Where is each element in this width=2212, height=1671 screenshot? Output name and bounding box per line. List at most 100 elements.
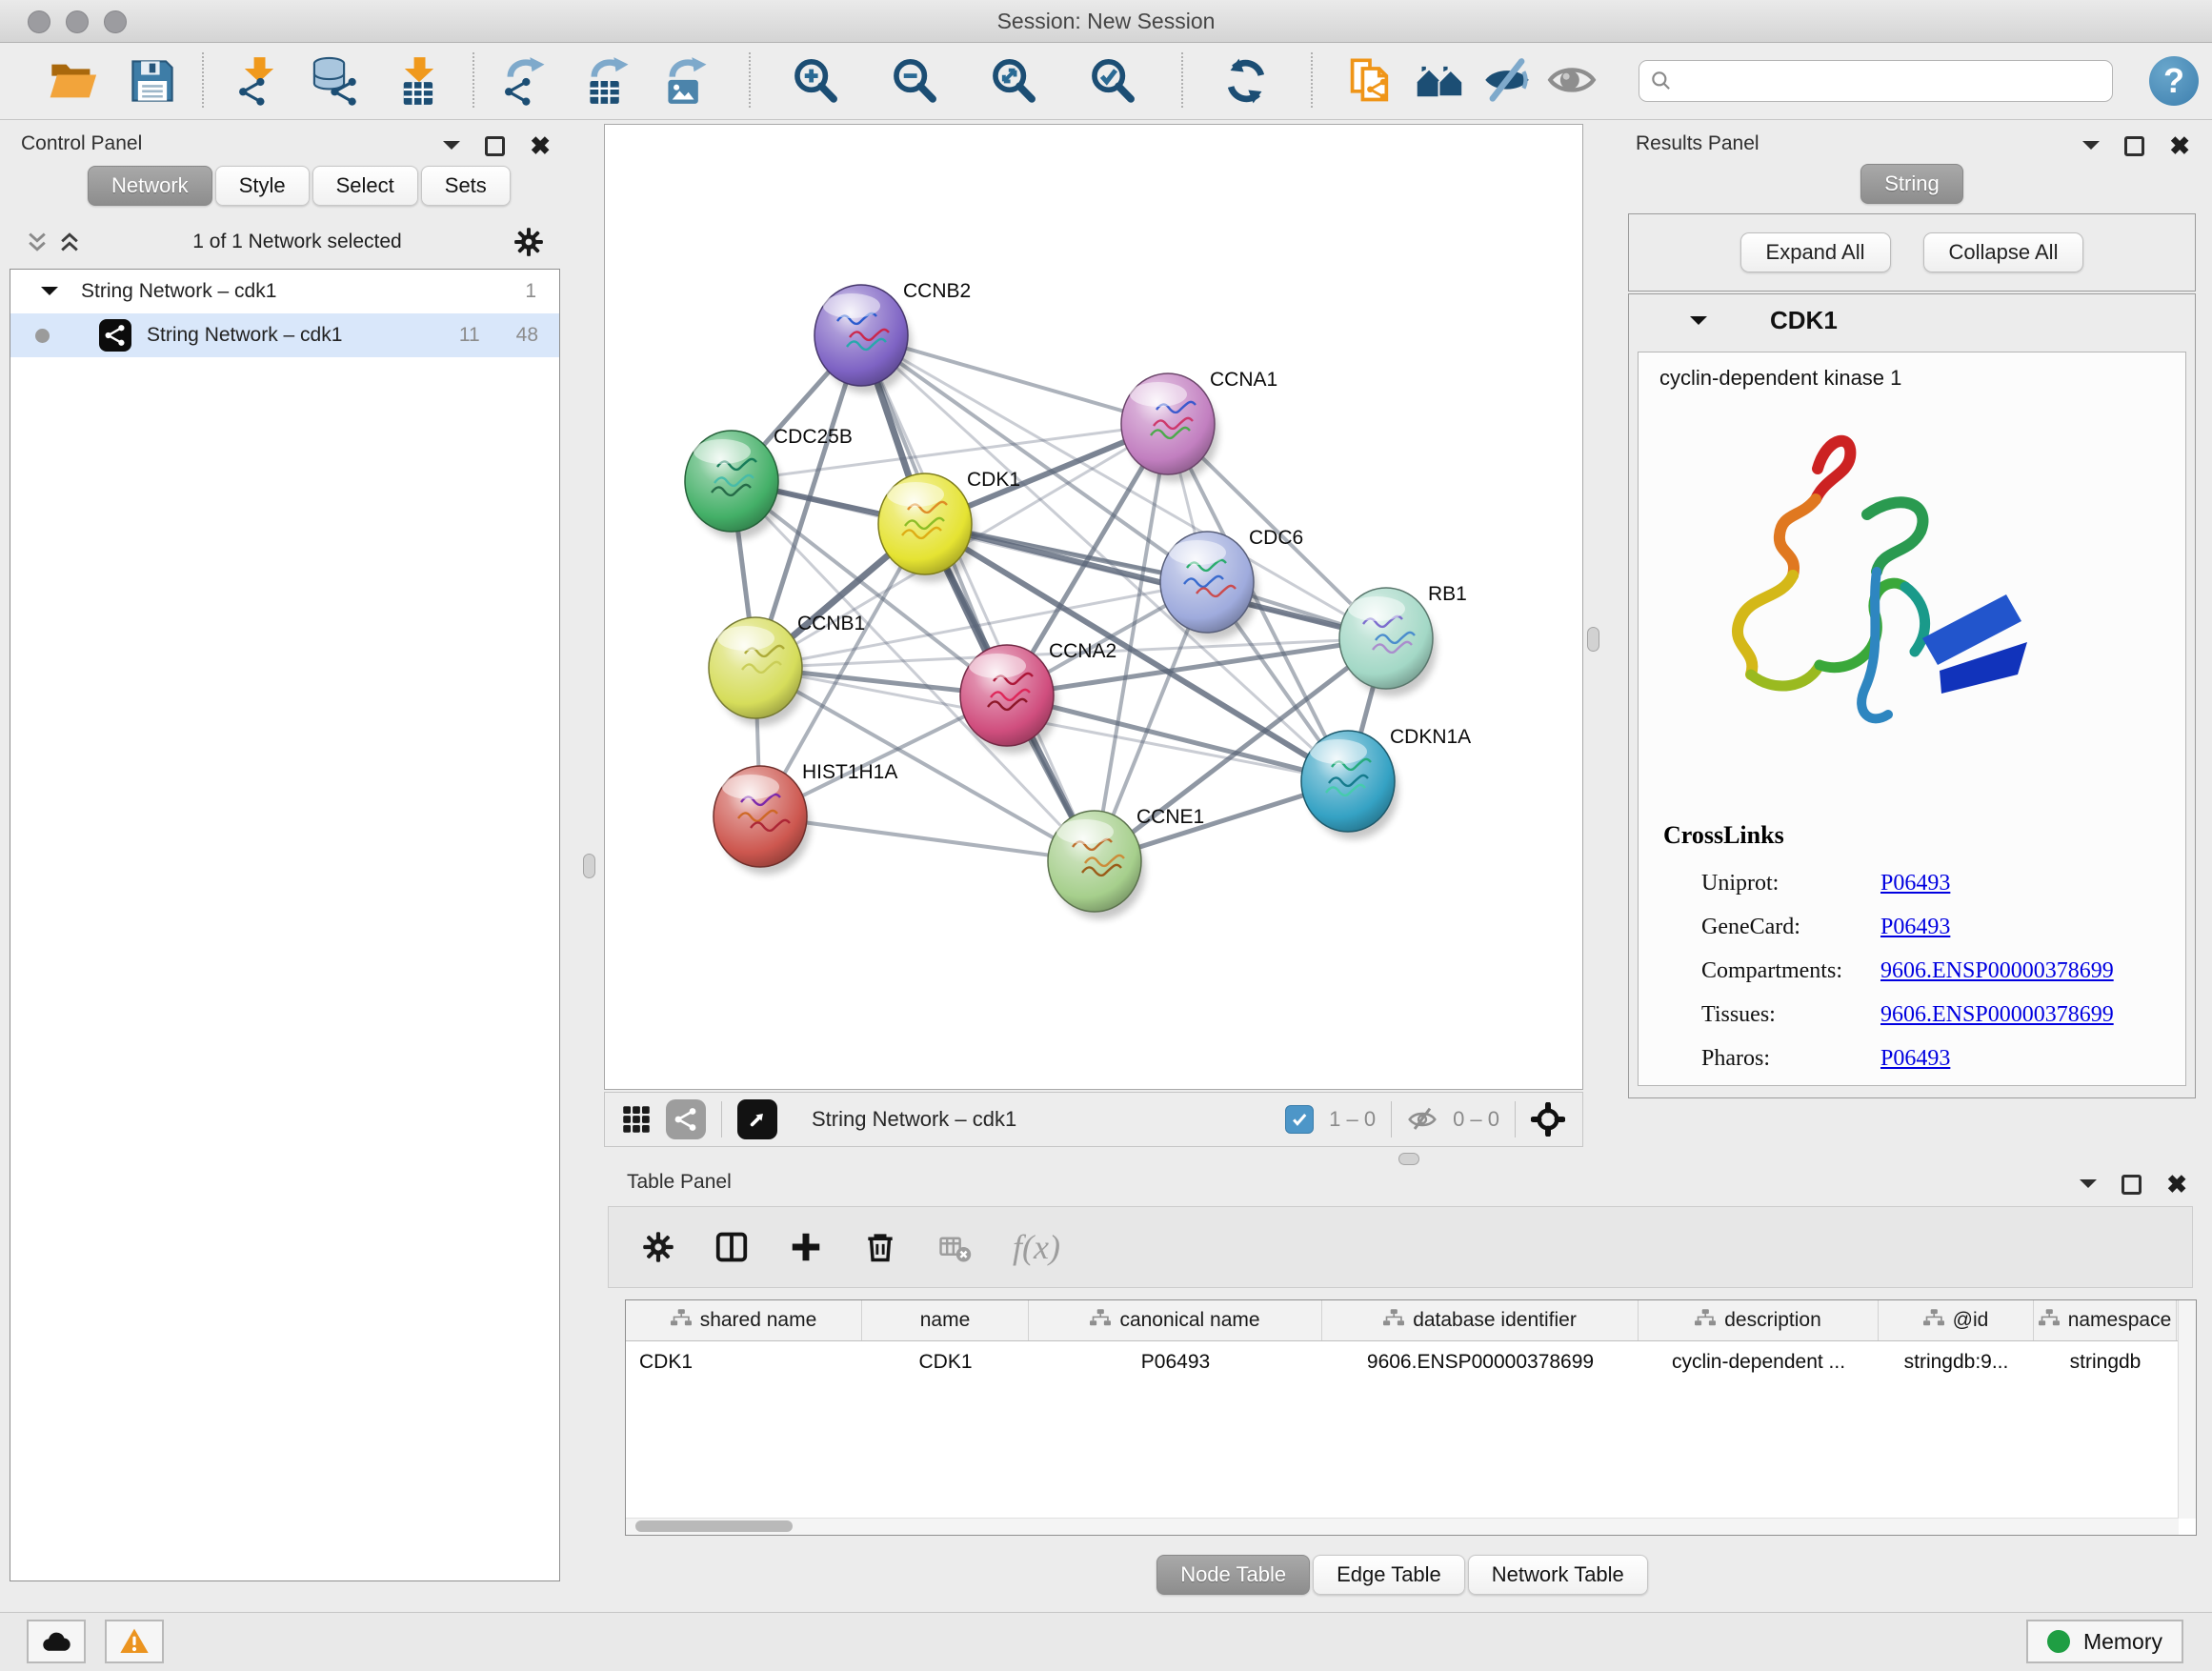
column-header-namespace[interactable]: namespace [2034,1300,2177,1340]
open-session-icon[interactable] [48,56,97,106]
selected-checkbox-icon[interactable] [1285,1105,1314,1134]
zoom-selected-icon[interactable] [1088,56,1137,106]
splitter-handle[interactable] [583,854,595,878]
table-cell[interactable]: stringdb [2034,1341,2177,1383]
crosslink-value[interactable]: P06493 [1880,915,1950,940]
gear-icon[interactable] [513,226,545,258]
attribute-tree-icon [1695,1309,1716,1332]
crosslink-value[interactable]: P06493 [1880,1046,1950,1072]
protein-details: cyclin-dependent kinase 1 [1638,352,2186,1086]
share-view-icon[interactable] [666,1099,706,1139]
add-column-icon[interactable] [788,1229,824,1265]
tab-sets[interactable]: Sets [421,166,511,206]
column-header-name[interactable]: name [862,1300,1029,1340]
gear-icon[interactable] [641,1230,675,1264]
network-edge-count: 48 [516,324,538,347]
memory-label: Memory [2083,1629,2162,1655]
table-cell[interactable]: CDK1 [862,1341,1029,1383]
birdseye-view-icon[interactable] [737,1099,777,1139]
import-network-icon[interactable] [234,56,284,106]
crosslink-label: Tissues: [1701,1002,1880,1028]
column-header-shared-name[interactable]: shared name [626,1300,862,1340]
crosslinks-rows: Uniprot:P06493GeneCard:P06493Compartment… [1639,861,2176,1080]
column-header-description[interactable]: description [1639,1300,1879,1340]
column-header--id[interactable]: @id [1879,1300,2034,1340]
network-row-selected[interactable]: String Network – cdk1 11 48 [10,313,559,357]
export-table-icon[interactable] [585,56,634,106]
refresh-icon[interactable] [1221,56,1271,106]
node-label-CCNB2: CCNB2 [903,280,971,302]
table-cell[interactable]: P06493 [1029,1341,1322,1383]
crosslink-value[interactable]: 9606.ENSP00000378699 [1880,958,2114,984]
expand-all-icon[interactable] [57,230,82,254]
tab-network-table[interactable]: Network Table [1468,1555,1648,1595]
protein-name: CDK1 [1770,306,1838,335]
memory-button[interactable]: Memory [2026,1620,2183,1663]
network-collection-row[interactable]: String Network – cdk1 1 [10,270,559,313]
import-database-icon[interactable] [311,56,360,106]
table-cell[interactable]: 9606.ENSP00000378699 [1322,1341,1639,1383]
tab-edge-table[interactable]: Edge Table [1313,1555,1465,1595]
table-cell[interactable]: cyclin-dependent ... [1639,1341,1879,1383]
export-network-icon[interactable] [501,56,551,106]
network-status-dot [35,329,50,343]
columns-icon[interactable] [714,1229,750,1265]
fit-selected-crosshair-icon[interactable] [1531,1102,1565,1137]
tab-string[interactable]: String [1860,164,1962,204]
import-table-icon[interactable] [394,56,444,106]
zoom-fit-icon[interactable] [989,56,1038,106]
node-label-CCNA1: CCNA1 [1210,369,1277,391]
warning-button[interactable] [105,1620,164,1663]
grid-view-icon[interactable] [622,1105,651,1134]
panel-menu-icon[interactable] [443,141,460,158]
section-expander-icon[interactable] [1690,316,1707,333]
crosslink-value[interactable]: 9606.ENSP00000378699 [1880,1002,2114,1028]
collapse-all-icon[interactable] [25,230,50,254]
panel-menu-icon[interactable] [2082,141,2100,158]
tab-style[interactable]: Style [215,166,310,206]
panel-menu-icon[interactable] [2080,1179,2097,1197]
panel-float-icon[interactable] [2122,1175,2142,1195]
home-icon[interactable] [1416,56,1465,106]
column-header-canonical-name[interactable]: canonical name [1029,1300,1322,1340]
vertical-scrollbar[interactable] [2178,1300,2196,1519]
export-image-icon[interactable] [663,56,713,106]
column-header-database-identifier[interactable]: database identifier [1322,1300,1639,1340]
tab-network[interactable]: Network [88,166,212,206]
panel-close-icon[interactable]: ✖ [2166,1175,2187,1194]
search-field[interactable] [1639,60,2113,102]
show-all-eye-icon[interactable] [1547,56,1597,106]
panel-close-icon[interactable]: ✖ [2169,136,2190,155]
expand-all-button[interactable]: Expand All [1740,232,1891,272]
network-list: String Network – cdk1 1 String Network –… [10,269,560,1581]
delete-table-icon[interactable] [936,1231,975,1263]
splitter-handle[interactable] [1587,627,1599,652]
help-icon[interactable]: ? [2149,56,2199,106]
network-view-toolbar: String Network – cdk1 1 – 0 0 – 0 [604,1092,1583,1147]
function-builder-icon[interactable]: f(x) [1013,1227,1060,1267]
tab-node-table[interactable]: Node Table [1156,1555,1310,1595]
panel-float-icon[interactable] [485,136,505,156]
table-cell[interactable]: stringdb:9... [1879,1341,2034,1383]
zoom-in-icon[interactable] [791,56,840,106]
string-documents-icon[interactable] [1345,56,1395,106]
crosslink-value[interactable]: P06493 [1880,871,1950,896]
collection-expander-icon[interactable] [41,287,58,304]
collapse-all-button[interactable]: Collapse All [1923,232,2084,272]
scrollbar-thumb[interactable] [635,1520,793,1532]
zoom-out-icon[interactable] [890,56,939,106]
delete-column-trash-icon[interactable] [862,1229,898,1265]
network-view[interactable]: CCNB2CCNA1CDC25BCDK1CDC6RB1CCNB1CCNA2CDK… [604,124,1583,1090]
cloud-button[interactable] [27,1620,86,1663]
hidden-eye-slash-icon[interactable] [1407,1104,1438,1135]
search-input[interactable] [1681,68,2102,94]
attribute-tree-icon [1923,1309,1944,1332]
table-row[interactable]: CDK1CDK1P064939606.ENSP00000378699cyclin… [626,1341,2196,1383]
tab-select[interactable]: Select [312,166,418,206]
horizontal-scrollbar[interactable] [626,1518,2179,1535]
table-cell[interactable]: CDK1 [626,1341,862,1383]
panel-float-icon[interactable] [2124,136,2144,156]
panel-close-icon[interactable]: ✖ [530,136,551,155]
hide-selection-eye-slash-icon[interactable] [1482,56,1532,106]
save-session-icon[interactable] [128,56,177,106]
